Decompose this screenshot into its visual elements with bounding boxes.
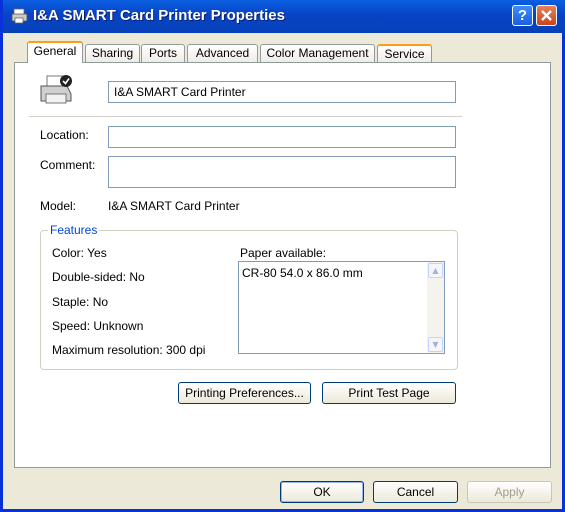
double-sided-feature: Double-sided: No: [52, 270, 145, 284]
color-feature: Color: Yes: [52, 246, 107, 260]
help-button[interactable]: ?: [512, 5, 533, 26]
max-resolution-feature: Maximum resolution: 300 dpi: [52, 343, 206, 357]
printer-name-field[interactable]: I&A SMART Card Printer: [108, 81, 456, 103]
scroll-down-button[interactable]: ▼: [428, 337, 443, 352]
list-item[interactable]: CR-80 54.0 x 86.0 mm: [242, 266, 363, 280]
tab-advanced[interactable]: Advanced: [187, 44, 258, 63]
location-field[interactable]: [108, 126, 456, 148]
chevron-down-icon: ▼: [432, 340, 439, 349]
tab-general[interactable]: General: [27, 41, 83, 63]
staple-feature: Staple: No: [52, 295, 109, 309]
title-bar[interactable]: I&A SMART Card Printer Properties ?: [3, 0, 565, 33]
features-title: Features: [48, 223, 100, 237]
comment-field[interactable]: [108, 156, 456, 188]
model-label: Model:: [40, 199, 77, 213]
divider: [29, 116, 462, 117]
tab-sharing[interactable]: Sharing: [85, 44, 140, 63]
cancel-button[interactable]: Cancel: [373, 481, 458, 503]
speed-feature: Speed: Unknown: [52, 319, 144, 333]
close-button[interactable]: [536, 5, 557, 26]
paper-available-label: Paper available:: [240, 246, 327, 260]
comment-label: Comment:: [40, 158, 96, 172]
tab-color-management[interactable]: Color Management: [260, 44, 375, 63]
scroll-up-button[interactable]: ▲: [428, 263, 443, 278]
location-label: Location:: [40, 128, 89, 142]
printing-preferences-button[interactable]: Printing Preferences...: [178, 382, 311, 404]
paper-available-list[interactable]: CR-80 54.0 x 86.0 mm ▲ ▼: [238, 261, 445, 354]
apply-button[interactable]: Apply: [467, 481, 552, 503]
tab-ports[interactable]: Ports: [141, 44, 185, 63]
printer-status-icon: [40, 75, 72, 104]
close-icon: [541, 10, 552, 21]
tab-service[interactable]: Service: [377, 44, 432, 63]
scrollbar[interactable]: ▲ ▼: [427, 262, 444, 353]
chevron-up-icon: ▲: [432, 266, 439, 275]
window-title: I&A SMART Card Printer Properties: [33, 7, 285, 24]
model-value: I&A SMART Card Printer: [108, 199, 240, 213]
printer-icon: [11, 8, 28, 24]
print-test-page-button[interactable]: Print Test Page: [322, 382, 456, 404]
ok-button[interactable]: OK: [280, 481, 364, 503]
